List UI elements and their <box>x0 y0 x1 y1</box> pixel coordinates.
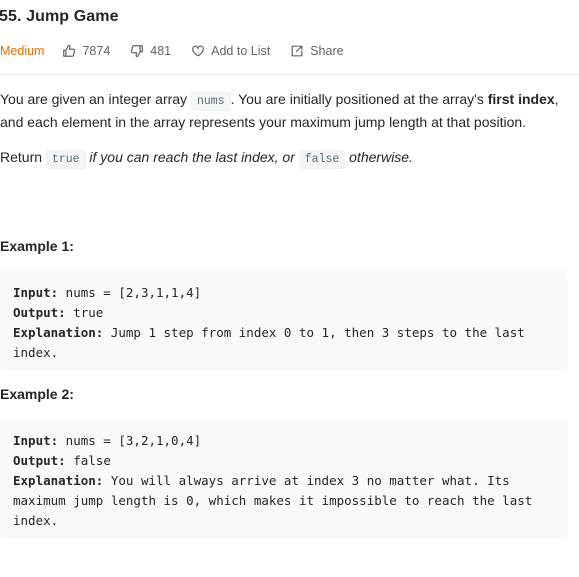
add-to-list-button[interactable]: Add to List <box>191 44 270 58</box>
description-paragraph-1: You are given an integer array nums. You… <box>0 91 559 130</box>
like-button[interactable]: 7874 <box>62 44 110 58</box>
thumbs-down-icon <box>131 45 144 58</box>
problem-description: You are given an integer array nums. You… <box>0 89 560 170</box>
share-label: Share <box>310 44 344 58</box>
add-to-list-label: Add to List <box>211 44 271 58</box>
problem-meta-bar: Medium 7874 481 Add to List Share <box>0 40 364 62</box>
bold-first-index: first index <box>487 91 555 107</box>
inline-code-nums: nums <box>190 92 231 111</box>
problem-title: 55. Jump Game <box>0 8 119 25</box>
heart-icon <box>192 45 205 57</box>
example-1-box: Input: nums = [2,3,1,1,4] Output: true E… <box>0 271 567 371</box>
share-icon <box>291 45 303 57</box>
inline-code-false: false <box>298 150 346 169</box>
description-paragraph-2: Return true if you can reach the last in… <box>0 147 560 170</box>
header-divider <box>0 74 579 75</box>
example-1-title: Example 1: <box>0 238 74 254</box>
like-count: 7874 <box>82 44 111 58</box>
thumbs-up-icon <box>63 44 76 57</box>
dislike-count: 481 <box>150 44 172 58</box>
difficulty-label: Medium <box>0 44 45 58</box>
share-button[interactable]: Share <box>290 44 344 58</box>
example-2-box: Input: nums = [3,2,1,0,4] Output: false … <box>0 419 567 539</box>
inline-code-true: true <box>45 150 86 169</box>
dislike-button[interactable]: 481 <box>130 44 171 58</box>
example-2-title: Example 2: <box>0 386 74 402</box>
